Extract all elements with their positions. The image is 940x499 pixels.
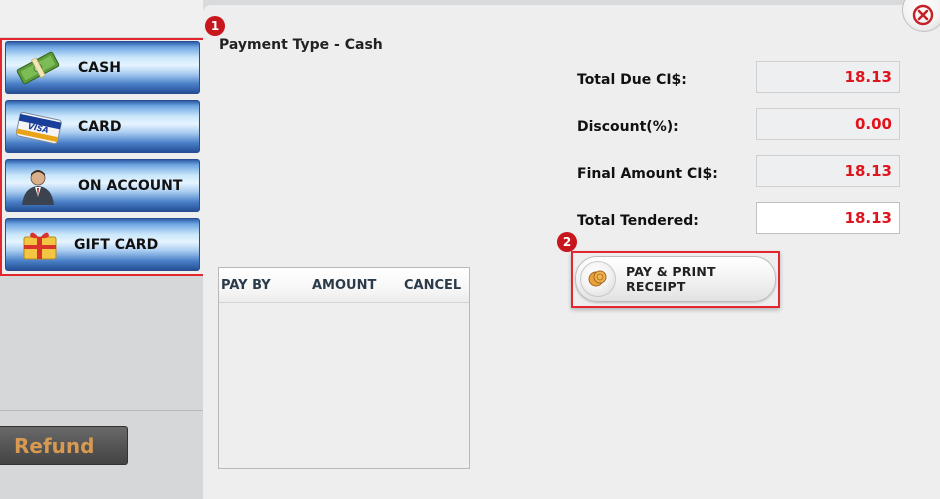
payments-table: PAY BY AMOUNT CANCEL	[218, 267, 470, 469]
card-label: CARD	[78, 118, 122, 135]
page-title: Payment Type - Cash	[219, 37, 383, 53]
cash-label: CASH	[78, 59, 121, 76]
total-tendered-input[interactable]: 18.13	[756, 202, 900, 234]
close-icon	[911, 3, 935, 31]
refund-button[interactable]: Refund	[0, 426, 128, 465]
visa-card-icon: VISA	[15, 108, 62, 146]
total-due-field: 18.13	[756, 61, 900, 93]
step-badge-1: 1	[205, 16, 225, 36]
step-badge-2: 2	[557, 232, 577, 252]
final-amount-field: 18.13	[756, 155, 900, 187]
column-header-pay-by: PAY BY	[221, 277, 271, 293]
final-amount-label: Final Amount CI$:	[577, 166, 718, 182]
pay-print-receipt-button[interactable]: PAY & PRINT RECEIPT	[575, 256, 776, 302]
column-header-amount: AMOUNT	[312, 277, 377, 293]
person-icon	[16, 167, 60, 205]
on-account-label: ON ACCOUNT	[78, 177, 183, 194]
gift-card-icon	[20, 229, 64, 267]
payments-table-header: PAY BY AMOUNT CANCEL	[219, 268, 469, 303]
cash-icon	[16, 49, 60, 87]
on-account-button[interactable]: ON ACCOUNT	[5, 159, 200, 212]
gift-card-button[interactable]: GIFT CARD	[5, 218, 200, 271]
pay-print-label: PAY & PRINT RECEIPT	[626, 264, 716, 294]
discount-field: 0.00	[756, 108, 900, 140]
left-rail-divider	[0, 410, 203, 411]
column-header-cancel: CANCEL	[404, 277, 462, 293]
coins-icon	[580, 261, 616, 297]
payment-method-menu: CASH VISA CARD ON ACCOUNT GIFT CARD	[0, 38, 206, 276]
gift-card-label: GIFT CARD	[74, 236, 159, 253]
total-tendered-label: Total Tendered:	[577, 213, 699, 229]
total-due-label: Total Due CI$:	[577, 72, 687, 88]
left-rail-header	[0, 0, 203, 37]
cash-button[interactable]: CASH	[5, 41, 200, 94]
refund-label: Refund	[14, 433, 95, 458]
card-button[interactable]: VISA CARD	[5, 100, 200, 153]
discount-label: Discount(%):	[577, 119, 679, 135]
